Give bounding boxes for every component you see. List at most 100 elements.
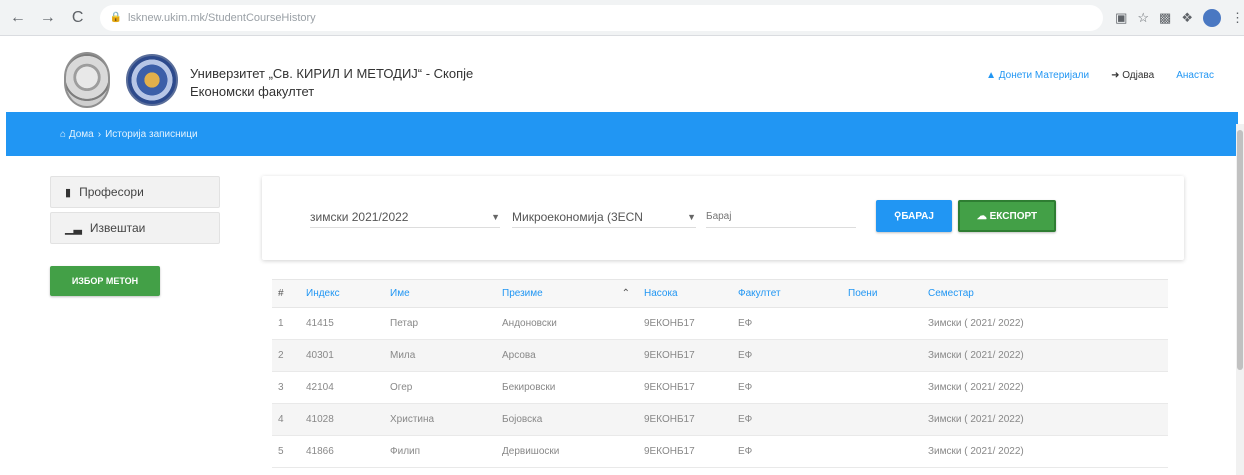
table-cell: Христина [384,403,496,436]
table-cell: 9ЕКОНБ17 [638,307,732,340]
extension-icon[interactable]: ▣ [1115,10,1127,26]
profile-avatar[interactable] [1203,8,1221,27]
col-points[interactable]: Поени [842,279,922,308]
extension-icon[interactable]: ▩ [1159,10,1171,26]
header-links: ▲ Донети Материјали ➜ Одјава Анастас [986,70,1214,81]
home-icon[interactable]: ⌂ [60,129,66,140]
back-icon[interactable]: ← [6,6,30,30]
table-cell: Мила [384,339,496,372]
table-cell [842,435,922,468]
table-cell: ЕФ [732,403,842,436]
table-cell: 40301 [300,339,384,372]
search-input[interactable] [706,206,856,228]
table-cell: 9ЕКОНБ17 [638,371,732,404]
table-cell: Петар [384,307,496,340]
table-cell: ЕФ [732,339,842,372]
sidebar-green-button[interactable]: ИЗБОР МЕТОН [50,266,160,296]
table-cell: 9ЕКОНБ17 [638,339,732,372]
col-number[interactable]: # [272,279,300,308]
university-logo [64,52,110,108]
menu-dots-icon[interactable]: ⋮ [1231,10,1244,26]
table-cell: ЕФ [732,371,842,404]
table-cell [842,403,922,436]
cloud-download-icon: ☁ [976,210,990,222]
table-cell: Зимски ( 2021/ 2022) [922,403,1168,436]
search-button[interactable]: ⚲ БАРАЈ [876,200,952,232]
table-cell: 1 [272,307,300,340]
table-cell: 2 [272,339,300,372]
table-row[interactable]: 4 41028 Христина Бојовска 9ЕКОНБ17 ЕФ Зимски (… [272,403,1168,436]
table-header-row: # Индекс Име Презиме ⌃ Насока Факултет По… [272,279,1168,308]
materials-link[interactable]: ▲ Донети Материјали [986,70,1089,81]
table-cell: Зимски ( 2021/ 2022) [922,307,1168,340]
breadcrumb-separator: › [97,128,102,140]
table-cell: 9ЕКОНБ17 [638,403,732,436]
table-cell: Зимски ( 2021/ 2022) [922,435,1168,468]
table-row[interactable]: 5 41866 Филип Дервишоски 9ЕКОНБ17 ЕФ Зимски ( … [272,435,1168,468]
sidebar-item-label: Професори [79,185,144,199]
user-link[interactable]: Анастас [1176,70,1214,81]
col-index[interactable]: Индекс [300,279,384,308]
table-cell: 4 [272,403,300,436]
pin-icon[interactable]: ❖ [1181,10,1193,26]
col-first-name[interactable]: Име [384,279,496,308]
chevron-down-icon: ▼ [491,211,500,222]
sidebar-item-label: Извештаи [89,221,146,235]
star-icon[interactable]: ☆ [1137,10,1149,26]
table-cell: Бојовска [496,403,638,436]
page-scrollbar[interactable] [1236,124,1244,475]
semester-select[interactable]: зимски 2021/2022 ▼ [310,206,500,228]
breadcrumb: ⌂ Дома › Историја записници [6,112,1238,156]
table-cell: Филип [384,435,496,468]
search-button-label: БАРАЈ [901,210,934,222]
scrollbar-thumb[interactable] [1237,130,1243,370]
semester-select-value: зимски 2021/2022 [310,209,409,224]
table-cell: 42104 [300,371,384,404]
table-cell: ЕФ [732,307,842,340]
forward-icon[interactable]: → [36,6,60,30]
bar-chart-icon: ▁▃ [65,222,82,235]
table-cell: Бекировски [496,371,638,404]
table-row[interactable]: 3 42104 Огер Бекировски 9ЕКОНБ17 ЕФ Зимски ( 2… [272,371,1168,404]
browser-extensions: ▣ ☆ ▩ ❖ ⋮ [1115,8,1244,27]
logout-link-label: Одјава [1122,70,1155,81]
faculty-logo [126,54,178,106]
faculty-name: Економски факултет [190,84,315,99]
table-cell: Дервишоски [496,435,638,468]
logout-link[interactable]: ➜ Одјава [1111,70,1154,81]
book-icon: ▮ [65,186,72,199]
table-cell: 41866 [300,435,384,468]
col-last-name[interactable]: Презиме ⌃ [496,279,638,308]
col-faculty[interactable]: Факултет [732,279,842,308]
university-name: Универзитет „Св. КИРИЛ И МЕТОДИЈ“ - Скоп… [190,66,474,81]
table-cell: 5 [272,435,300,468]
sort-up-icon[interactable]: ⌃ [622,288,630,299]
table-cell: Зимски ( 2021/ 2022) [922,371,1168,404]
col-program[interactable]: Насока [638,279,732,308]
col-last-name-label: Презиме [502,288,543,299]
materials-link-label: Донети Материјали [998,70,1090,81]
col-semester[interactable]: Семестар [922,279,1168,308]
table-body: 1 41415 Петар Андоновски 9ЕКОНБ17 ЕФ Зимски ( … [272,307,1168,468]
url-text: lsknew.ukim.mk/StudentCourseHistory [127,11,316,24]
export-button[interactable]: ☁ ЕКСПОРТ [958,200,1056,232]
subject-select[interactable]: Микроекономија (3ECN ▼ [512,206,696,228]
subject-select-value: Микроекономија (3ECN [512,209,643,224]
table-row[interactable]: 1 41415 Петар Андоновски 9ЕКОНБ17 ЕФ Зимски ( … [272,307,1168,340]
address-bar[interactable]: 🔒 lsknew.ukim.mk/StudentCourseHistory [99,4,1104,31]
breadcrumb-home[interactable]: Дома [69,129,94,140]
table-cell: Андоновски [496,307,638,340]
reload-icon[interactable]: C [66,6,90,30]
table-cell [842,371,922,404]
sidebar-item-professors[interactable]: ▮ Професори [50,176,220,208]
table-cell: 41415 [300,307,384,340]
breadcrumb-current: Историја записници [105,128,198,140]
chevron-down-icon: ▼ [687,211,696,222]
sidebar-item-reports[interactable]: ▁▃ Извештаи [50,212,220,244]
table-cell: 41028 [300,403,384,436]
table-row[interactable]: 2 40301 Мила Арсова 9ЕКОНБ17 ЕФ Зимски ( 2021/… [272,339,1168,372]
site-header: Универзитет „Св. КИРИЛ И МЕТОДИЈ“ - Скоп… [0,36,1244,124]
browser-toolbar: ← → C 🔒 lsknew.ukim.mk/StudentCourseHist… [0,0,1244,36]
table-cell: 3 [272,371,300,404]
table-cell: 9ЕКОНБ17 [638,435,732,468]
